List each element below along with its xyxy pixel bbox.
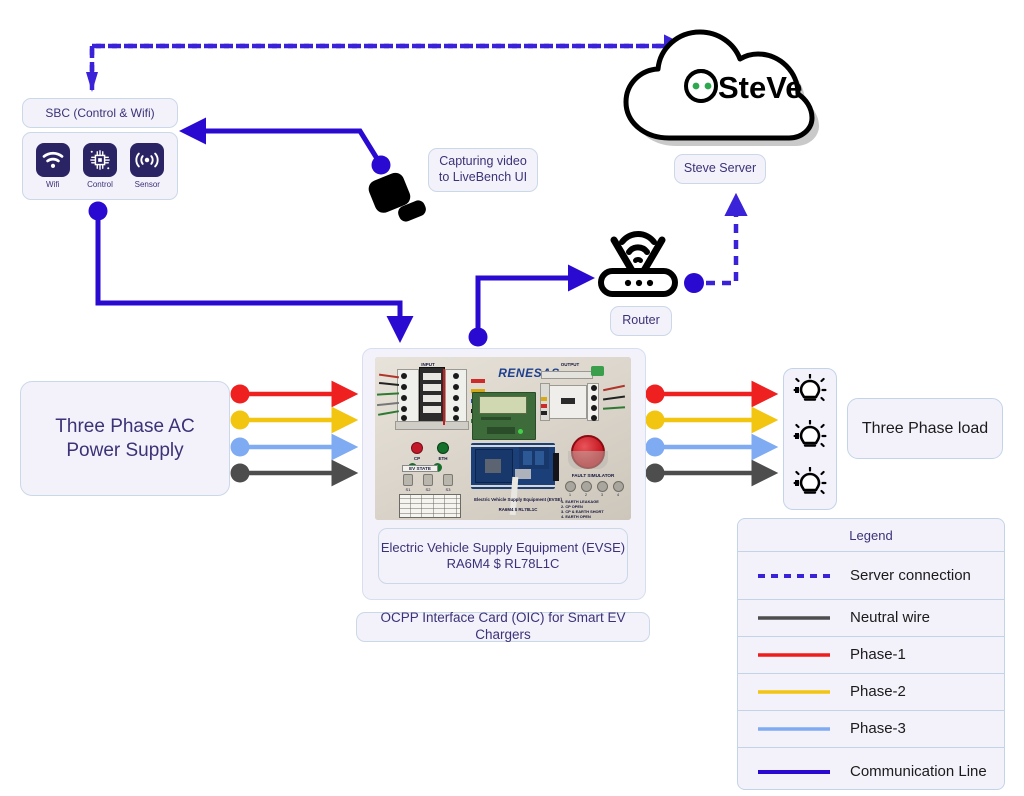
legend-swatch-neutral: [738, 614, 850, 622]
legend-label: Phase-1: [850, 646, 906, 664]
sbc-item-sensor[interactable]: Sensor: [130, 143, 165, 189]
legend-label: Phase-3: [850, 720, 906, 738]
legend-row-phase-3: Phase-3: [738, 711, 1004, 748]
legend-row-neutral-wire: Neutral wire: [738, 600, 1004, 637]
legend-label: Phase-2: [850, 683, 906, 701]
board-switch-label: S1: [405, 487, 411, 492]
lightbulb-icon: [793, 373, 827, 411]
legend-row-server-connection: Server connection: [738, 552, 1004, 600]
board-switch-label: S2: [425, 487, 431, 492]
power-supply-line1: Three Phase AC: [55, 415, 195, 437]
board-caption-line2: RA6M4 $ RL78L1C: [498, 507, 538, 512]
sbc-to-evse-line: [88, 201, 414, 343]
legend-row-communication-line: Communication Line: [738, 748, 1004, 789]
router-to-server-line: [684, 192, 748, 293]
server-to-sbc-line: [86, 34, 688, 92]
board-caption-line1: Electric Vehicle Supply Equipment (EVSE): [474, 497, 562, 502]
three-phase-load: Three Phase load: [847, 398, 1003, 459]
router-label: Router: [610, 306, 672, 336]
supply-wires: [230, 380, 359, 487]
steve-server-label: Steve Server: [674, 154, 766, 184]
legend-row-phase-1: Phase-1: [738, 637, 1004, 674]
oic-label: OCPP Interface Card (OIC) for Smart EV C…: [356, 610, 650, 642]
camera-note-line1: Capturing video: [439, 154, 527, 169]
legend-swatch-comm: [738, 768, 850, 776]
camera-note: Capturing video to LiveBench UI: [428, 148, 538, 192]
camera-note-line2: to LiveBench UI: [438, 170, 528, 184]
sbc-item-label: Wifi: [45, 180, 60, 189]
router-icon: [592, 228, 688, 300]
board-fault-title: FAULT SIMULATOR: [571, 473, 615, 478]
legend-label: Communication Line: [850, 763, 987, 781]
power-supply-line2: Power Supply: [66, 439, 184, 461]
camera-to-sbc-line: [179, 117, 391, 175]
board-fault-number: 2: [585, 493, 587, 497]
evse-label: Electric Vehicle Supply Equipment (EVSE)…: [378, 528, 628, 584]
chip-icon: [82, 143, 117, 177]
board-fault-item: 4. EARTH OPEN: [561, 514, 591, 519]
evse-label-line2: RA6M4 $ RL78L1C: [446, 556, 560, 571]
legend: Legend Server connection Neutral wire Ph…: [737, 518, 1005, 790]
diagram-canvas: SBC (Control & Wifi) Wifi Control Sensor…: [0, 0, 1024, 796]
board-fault-number: 4: [617, 493, 619, 497]
legend-label: Neutral wire: [850, 609, 931, 627]
cloud-icon: SteVe: [614, 28, 830, 158]
board-switch-label: S3: [445, 487, 451, 492]
evse-board-photo: RENESAS INPUT OUTPUT CP ETH EV STATE S1 …: [375, 357, 631, 520]
board-output-label: OUTPUT: [560, 362, 580, 367]
legend-swatch-phase3: [738, 725, 850, 733]
legend-label: Server connection: [850, 566, 971, 584]
board-cp-label: CP: [413, 456, 421, 461]
three-phase-ac-power-supply: Three Phase AC Power Supply: [20, 381, 230, 496]
legend-swatch-dashed: [738, 572, 850, 580]
sbc-item-label: Control: [87, 180, 113, 189]
sbc-item-label: Sensor: [134, 180, 160, 189]
load-lamp-group: [783, 368, 837, 510]
legend-swatch-phase2: [738, 688, 850, 696]
steve-brand: SteVe: [718, 70, 802, 105]
legend-title: Legend: [738, 519, 1004, 552]
wifi-icon: [35, 143, 70, 177]
load-wires: [645, 380, 779, 487]
lightbulb-icon: [793, 419, 827, 457]
evse-to-router-line: [468, 264, 595, 347]
sbc-item-control[interactable]: Control: [82, 143, 117, 189]
legend-swatch-phase1: [738, 651, 850, 659]
board-eth-label: ETH: [438, 456, 448, 461]
board-ev-state-label: EV STATE: [402, 465, 438, 472]
legend-row-phase-2: Phase-2: [738, 674, 1004, 711]
sensor-icon: [130, 143, 165, 177]
sbc-item-wifi[interactable]: Wifi: [35, 143, 70, 189]
sbc-module[interactable]: Wifi Control Sensor: [22, 132, 178, 200]
sbc-title: SBC (Control & Wifi): [22, 98, 178, 128]
board-fault-number: 3: [601, 493, 603, 497]
lightbulb-icon: [793, 466, 827, 504]
evse-label-line1: Electric Vehicle Supply Equipment (EVSE): [380, 539, 626, 555]
